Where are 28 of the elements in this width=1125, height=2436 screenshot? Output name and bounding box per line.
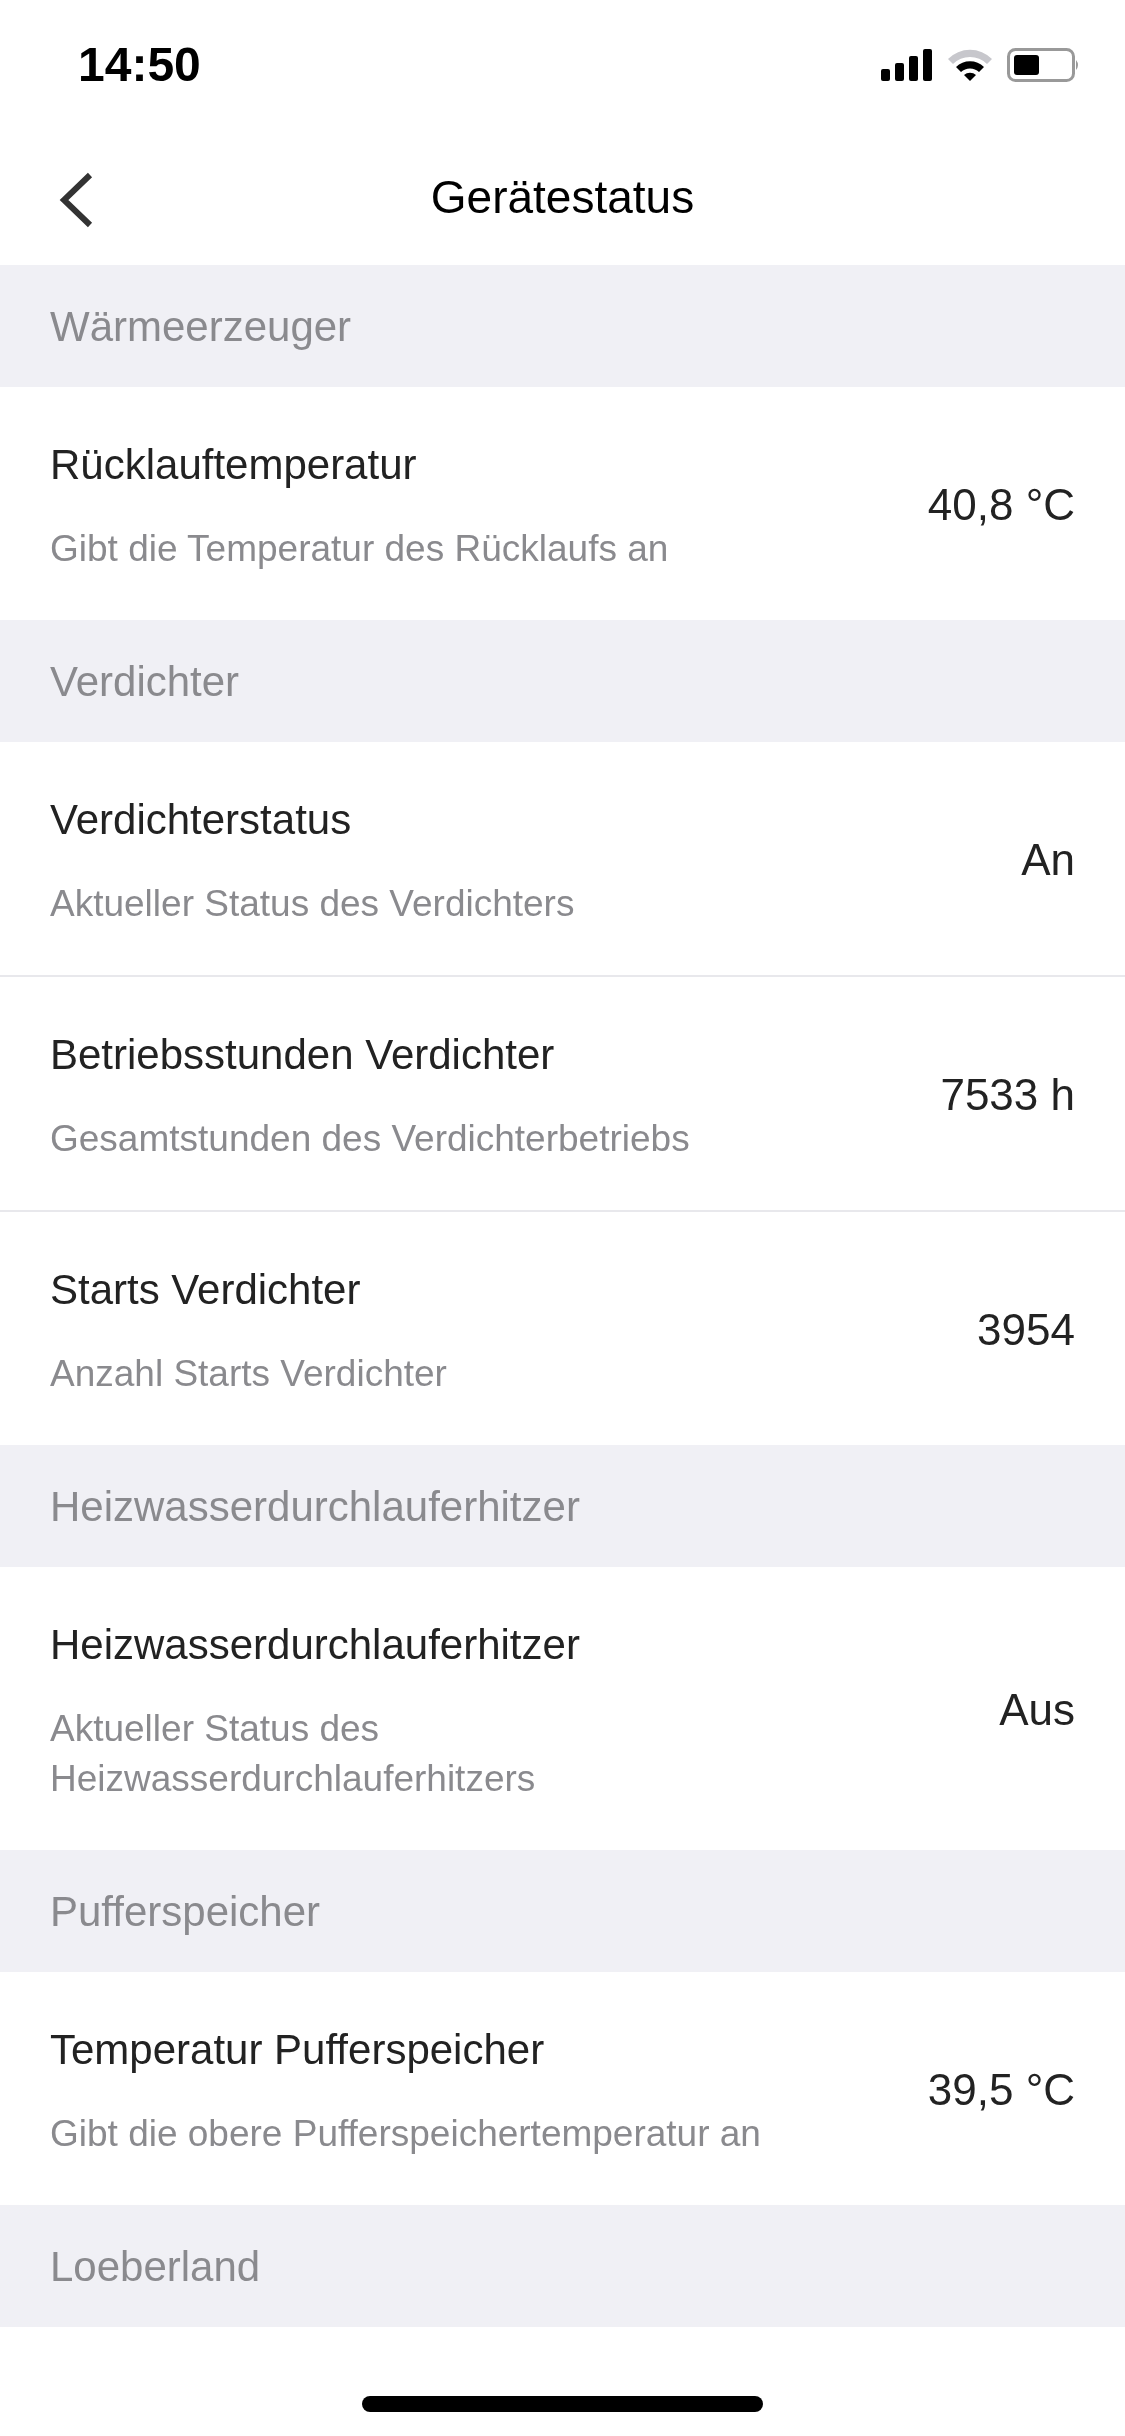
row-description: Anzahl Starts Verdichter bbox=[50, 1352, 448, 1396]
row-description: Gibt die Temperatur des Rücklaufs an bbox=[50, 527, 670, 571]
row-description: Aktueller Status des Verdichters bbox=[50, 882, 576, 926]
row-title: Temperatur Pufferspeicher bbox=[50, 2025, 546, 2075]
row-value: 7533 h bbox=[940, 1068, 1075, 1121]
status-time: 14:50 bbox=[78, 37, 201, 93]
row-title: Heizwasserdurchlauferhitzer bbox=[50, 1620, 581, 1670]
row-description: Gesamtstunden des Verdichterbetriebs bbox=[50, 1117, 691, 1161]
row-title: Verdichterstatus bbox=[50, 795, 353, 845]
battery-icon bbox=[1007, 48, 1081, 82]
row-title: Starts Verdichter bbox=[50, 1265, 362, 1315]
row-value: 40,8 °C bbox=[927, 478, 1075, 531]
section-header: Pufferspeicher bbox=[50, 1886, 321, 1937]
row-title: Rücklauftemperatur bbox=[50, 440, 418, 490]
section-header: Heizwasserdurchlauferhitzer bbox=[50, 1481, 580, 1532]
row-value: 3954 bbox=[977, 1303, 1075, 1356]
row-title: Betriebsstunden Verdichter bbox=[50, 1030, 556, 1080]
section-header: Verdichter bbox=[50, 656, 240, 707]
row-value: Aus bbox=[999, 1683, 1075, 1736]
screen-title: Gerätestatus bbox=[430, 170, 695, 225]
row-description: Gibt die obere Pufferspeichertemperatur an bbox=[50, 2112, 762, 2156]
row-value: An bbox=[1021, 833, 1075, 886]
wifi-icon bbox=[947, 48, 993, 82]
section-header: Wärmeerzeuger bbox=[50, 301, 352, 352]
row-description: Aktueller Status des Heizwasserdurchlauferhitzers bbox=[50, 1707, 537, 1801]
row-value: 39,5 °C bbox=[927, 2063, 1075, 2116]
signal-icon bbox=[881, 49, 933, 81]
section-header: Loeberland bbox=[50, 2241, 261, 2292]
